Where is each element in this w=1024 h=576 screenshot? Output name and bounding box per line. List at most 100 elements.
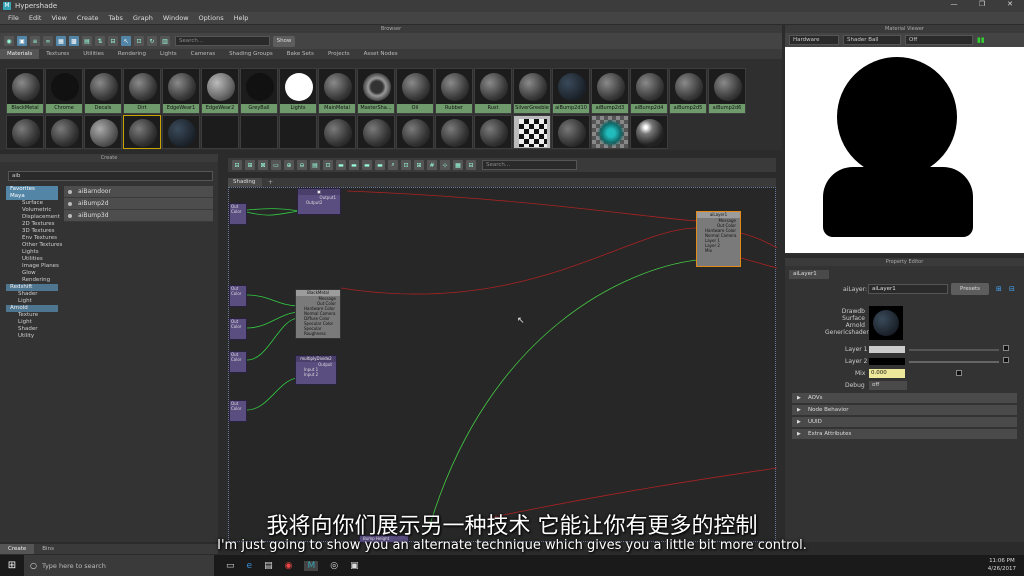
shape-dropdown[interactable]: Shader Ball [843,35,901,45]
material-swatch[interactable]: SilverGreeble [513,68,551,114]
partial-node[interactable]: Out Color [229,203,247,225]
view-icon[interactable]: ▣ [17,36,27,46]
custom-view-icon[interactable]: ▬ [375,160,385,170]
frame-selected-icon[interactable]: ⊞ [414,160,424,170]
full-view-icon[interactable]: ▬ [362,160,372,170]
io-connections-icon[interactable]: ⊞ [245,160,255,170]
store-icon[interactable]: ▤ [264,561,273,571]
sort-icon[interactable]: ⇅ [95,36,105,46]
menu-tabs[interactable]: Tabs [109,14,123,22]
material-swatch[interactable] [6,115,44,149]
node-name-field[interactable]: aiLayer1 [868,284,948,294]
frame-all-icon[interactable]: ⊡ [401,160,411,170]
frame-icon[interactable]: ⊡ [134,36,144,46]
tree-item[interactable]: Redshift [6,284,58,291]
material-swatch[interactable]: BlackMetal [6,68,44,114]
tree-item[interactable]: Texture [6,312,58,319]
focus-icon[interactable]: ⊞ [996,285,1002,293]
copy-tab-icon[interactable]: ⊟ [1009,285,1015,293]
material-swatch[interactable]: Chrome [45,68,83,114]
tree-item[interactable]: Favorites [6,186,58,193]
material-swatch[interactable] [123,115,161,149]
tree-item[interactable]: Volumetric [6,207,58,214]
tab-cameras[interactable]: Cameras [184,49,222,59]
link-icon[interactable]: ∞ [43,36,53,46]
grid-toggle-icon[interactable]: # [427,160,437,170]
property-tab[interactable]: aiLayer1 [789,270,829,279]
grid-icon[interactable]: ▦ [56,36,66,46]
tree-item[interactable]: Rendering [6,277,58,284]
presets-button[interactable]: Presets [951,283,989,295]
remove-selected-icon[interactable]: ⊖ [297,160,307,170]
material-swatch[interactable]: MasterSha... [357,68,395,114]
tree-item[interactable]: Utility [6,333,58,340]
section-aovs[interactable]: AOVs [792,393,1017,403]
tab-textures[interactable]: Textures [39,49,76,59]
graph-search-input[interactable]: Search... [482,160,577,170]
chrome-icon[interactable]: ◉ [285,561,293,571]
menu-window[interactable]: Window [163,14,189,22]
list-icon[interactable]: ≡ [30,36,40,46]
menu-edit[interactable]: Edit [29,14,42,22]
rearrange-icon[interactable]: ⊡ [323,160,333,170]
checker-swatch[interactable] [591,115,629,149]
tree-item[interactable]: 3D Textures [6,228,58,235]
material-swatch[interactable]: Decals [84,68,122,114]
material-swatch[interactable]: aiBump2d3 [591,68,629,114]
node-graph-canvas[interactable]: Out Color Out Color Out Color Out Color … [228,187,777,543]
graph-icon[interactable]: ◉ [4,36,14,46]
add-tab-icon[interactable]: + [268,178,273,187]
tree-item[interactable]: Shader [6,326,58,333]
filter-graph-icon[interactable]: ⊟ [466,160,476,170]
partial-node[interactable]: Out Color [229,400,247,422]
material-swatch[interactable]: aiBump2d6 [708,68,746,114]
material-swatch[interactable]: Rubber [435,68,473,114]
tab-asset-nodes[interactable]: Asset Nodes [357,49,405,59]
material-swatch[interactable]: Lights [279,68,317,114]
layer1-color[interactable] [869,346,905,353]
tree-item[interactable]: Lights [6,249,58,256]
material-swatch[interactable] [240,115,278,149]
input-connections-icon[interactable]: ⊟ [232,160,242,170]
material-swatch[interactable]: aiBump2d5 [669,68,707,114]
material-swatch[interactable] [357,115,395,149]
multiply-divide-node[interactable]: multiplyDivide2 Output Input 1 Input 2 [295,355,337,385]
graph-materials-icon[interactable]: ▤ [310,160,320,170]
section-uuid[interactable]: UUID [792,417,1017,427]
material-swatch[interactable]: MainMetal [318,68,356,114]
blackmetal-node[interactable]: BlackMetal Message Out Color Hardware Co… [295,289,341,339]
layer1-slider[interactable] [909,349,999,351]
layer2-slider[interactable] [909,361,999,363]
tab-lights[interactable]: Lights [153,49,184,59]
task-view-icon[interactable]: ▭ [226,561,235,571]
material-swatch[interactable]: EdgeWear1 [162,68,200,114]
material-swatch[interactable]: aiBump2d10 [552,68,590,114]
simple-view-icon[interactable]: ▬ [336,160,346,170]
tree-item[interactable]: Light [6,319,58,326]
create-search-input[interactable]: aib [8,171,213,181]
add-selected-icon[interactable]: ⊕ [284,160,294,170]
material-swatch[interactable] [552,115,590,149]
layer2-color[interactable] [869,358,905,365]
shader-node[interactable]: ▣ Output1 Output2 [297,188,341,215]
layer2-map-icon[interactable] [1003,357,1009,363]
material-swatch[interactable] [84,115,122,149]
mix-map-icon[interactable] [956,370,962,376]
debug-dropdown[interactable]: off [869,381,907,390]
render-icon[interactable]: ▮▮ [977,36,985,44]
tab-bake-sets[interactable]: Bake Sets [280,49,321,59]
material-swatch[interactable] [396,115,434,149]
material-swatch[interactable]: Dirt [123,68,161,114]
zoom-icon[interactable]: ⌕ [388,160,398,170]
app-icon[interactable]: ◎ [330,561,338,571]
partial-node[interactable]: Out Color [229,318,247,340]
tree-item[interactable]: Shader [6,291,58,298]
material-swatch[interactable] [45,115,83,149]
maximize-button[interactable]: ❐ [968,0,996,8]
mix-field[interactable]: 0.000 [869,369,905,378]
tree-item[interactable]: Displacement [6,214,60,221]
menu-options[interactable]: Options [199,14,224,22]
photos-icon[interactable]: ▣ [350,561,359,571]
snap-icon[interactable]: ⊹ [440,160,450,170]
ailayer-node[interactable]: aiLayer1 Message Out Color Hardware Colo… [696,211,741,267]
